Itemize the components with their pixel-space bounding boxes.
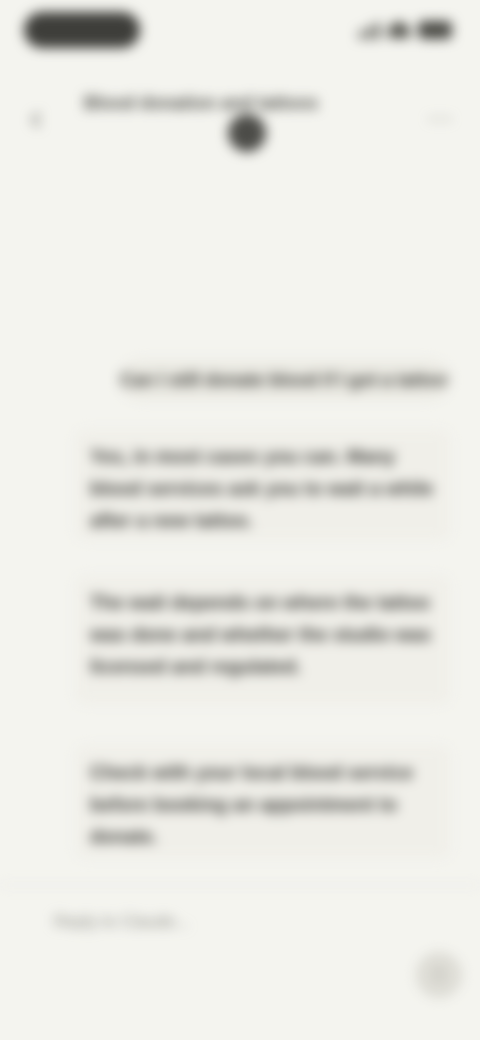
chevron-left-icon: ‹ bbox=[30, 99, 42, 137]
battery-icon bbox=[418, 21, 452, 39]
status-icons bbox=[359, 18, 452, 42]
message-input[interactable] bbox=[54, 902, 354, 942]
composer-divider bbox=[0, 884, 480, 886]
arrow-up-icon: ↑ bbox=[433, 962, 445, 987]
more-options-button[interactable]: ⋯ bbox=[422, 104, 458, 132]
signal-icon bbox=[359, 21, 380, 39]
more-icon: ⋯ bbox=[427, 103, 453, 133]
assistant-message: Yes, in most cases you can. Many blood s… bbox=[76, 430, 450, 540]
send-button[interactable]: ↑ bbox=[416, 952, 462, 998]
wifi-icon bbox=[388, 22, 410, 38]
assistant-message: The wait depends on where the tattoo was… bbox=[76, 576, 450, 704]
avatar bbox=[228, 114, 266, 152]
back-button[interactable]: ‹ bbox=[18, 100, 54, 136]
assistant-message: Check with your local blood service befo… bbox=[76, 746, 450, 858]
chat-screen: 14:22 ‹ Blood donation and tattoos ⋯ Can… bbox=[0, 0, 480, 1040]
user-message: Can I still donate blood if I got a tatt… bbox=[120, 360, 450, 400]
status-time: 14:22 bbox=[24, 12, 140, 48]
conversation-title[interactable]: Blood donation and tattoos bbox=[84, 88, 324, 118]
